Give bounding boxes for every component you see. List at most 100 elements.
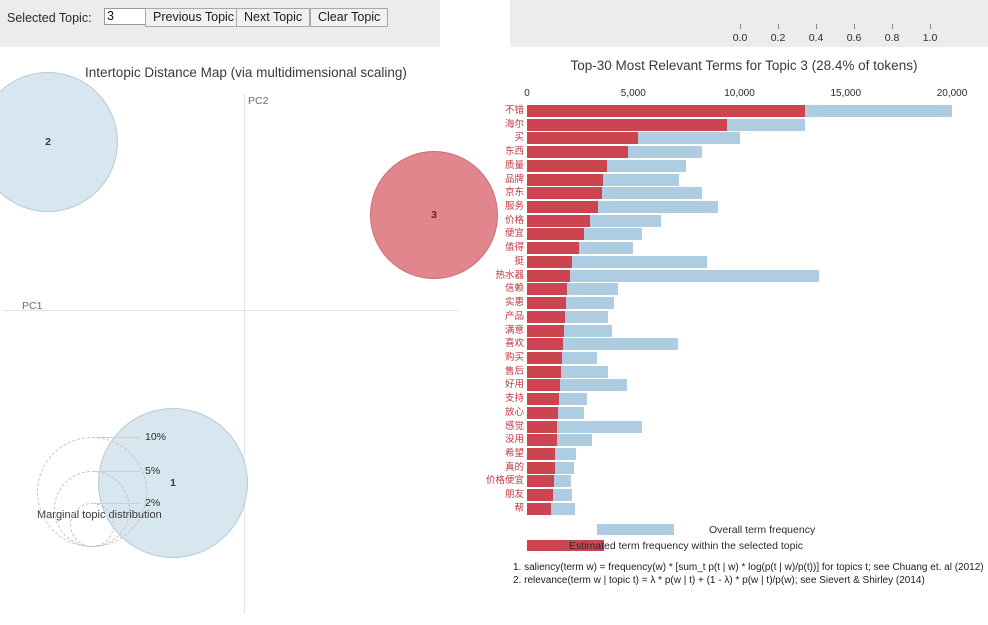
topic-bubble-2[interactable]: 2 xyxy=(0,72,118,212)
barchart-row[interactable] xyxy=(527,502,952,515)
barchart-term-label[interactable]: 便宜 xyxy=(505,228,524,240)
barchart-term-label[interactable]: 购买 xyxy=(505,352,524,364)
bar-topic-frequency xyxy=(527,420,558,433)
barchart-row[interactable] xyxy=(527,132,952,145)
barchart-x-tick-label: 20,000 xyxy=(936,88,968,99)
legend-label-overall: Overall term frequency xyxy=(709,524,816,536)
bar-topic-frequency xyxy=(527,255,572,268)
barchart-row[interactable] xyxy=(527,448,952,460)
bar-topic-frequency xyxy=(527,297,567,310)
barchart-term-label[interactable]: 产品 xyxy=(505,311,524,323)
barchart-term-label[interactable]: 价格便宜 xyxy=(486,475,524,487)
barchart-term-label[interactable]: 挺 xyxy=(514,256,524,268)
barchart-term-label[interactable]: 信赖 xyxy=(505,283,524,295)
barchart-row[interactable] xyxy=(527,228,952,241)
barchart-term-label[interactable]: 支持 xyxy=(505,393,524,405)
barchart-row[interactable] xyxy=(527,393,952,406)
barchart-row[interactable] xyxy=(527,338,952,351)
barchart-row[interactable] xyxy=(527,159,952,172)
barchart-term-label[interactable]: 服务 xyxy=(505,201,524,213)
topic-bubble-label: 1 xyxy=(170,477,176,489)
pc2-axis-label: PC2 xyxy=(248,95,269,107)
bar-topic-frequency xyxy=(527,393,560,406)
clear-topic-button[interactable]: Clear Topic xyxy=(310,8,389,27)
barchart-x-tick-label: 10,000 xyxy=(724,88,755,99)
barchart-term-label[interactable]: 喜欢 xyxy=(505,338,524,350)
topic-bubble-label: 2 xyxy=(45,136,51,148)
barchart-row[interactable] xyxy=(527,475,952,488)
selected-topic-label: Selected Topic: xyxy=(7,11,92,25)
barchart-term-label[interactable]: 不错 xyxy=(505,105,524,117)
barchart-term-label[interactable]: 热水器 xyxy=(495,270,524,282)
slider-tick-label: 0.8 xyxy=(884,32,900,44)
barchart-term-label[interactable]: 希望 xyxy=(505,448,524,460)
bar-topic-frequency xyxy=(527,269,570,282)
barchart-term-label[interactable]: 售后 xyxy=(505,366,524,378)
barchart-row[interactable] xyxy=(527,173,952,186)
barchart-row[interactable] xyxy=(527,187,952,200)
topic-bubble-3[interactable]: 3 xyxy=(370,151,498,279)
barchart-row[interactable] xyxy=(527,269,952,282)
barchart-term-label[interactable]: 价格 xyxy=(505,215,524,227)
bar-topic-frequency xyxy=(527,159,608,172)
bar-topic-frequency xyxy=(527,502,552,515)
barchart-term-label[interactable]: 实惠 xyxy=(505,297,524,309)
slider-tick-mark xyxy=(892,24,893,29)
barchart-term-label[interactable]: 没用 xyxy=(505,434,524,446)
barchart-row[interactable] xyxy=(527,214,952,227)
barchart-row[interactable] xyxy=(527,420,952,433)
slider-tick-label: 0.4 xyxy=(808,32,824,44)
barchart-term-label[interactable]: 好用 xyxy=(505,379,524,391)
barchart-row[interactable] xyxy=(527,297,952,310)
slider-tick-mark xyxy=(930,24,931,29)
barchart-term-label[interactable]: 感觉 xyxy=(505,421,524,433)
bar-topic-frequency xyxy=(527,434,557,447)
bar-topic-frequency xyxy=(527,105,806,117)
barchart-row[interactable] xyxy=(527,242,952,255)
slider-tick-label: 1.0 xyxy=(922,32,938,44)
barchart-x-tick-label: 5,000 xyxy=(620,88,646,99)
barchart-term-label[interactable]: 质量 xyxy=(505,160,524,172)
barchart-row[interactable] xyxy=(527,461,952,474)
barchart-term-label[interactable]: 京东 xyxy=(505,187,524,199)
barchart-row[interactable] xyxy=(527,406,952,419)
bar-topic-frequency xyxy=(527,379,561,392)
barchart-term-label[interactable]: 朋友 xyxy=(505,489,524,501)
barchart-term-label[interactable]: 东西 xyxy=(505,146,524,158)
selected-topic-input[interactable] xyxy=(104,8,148,25)
barchart-row[interactable] xyxy=(527,118,952,131)
bar-topic-frequency xyxy=(527,461,555,474)
barchart-row[interactable] xyxy=(527,351,952,364)
barchart-term-label[interactable]: 值得 xyxy=(505,242,524,254)
bar-topic-frequency xyxy=(527,242,580,255)
barchart-term-label[interactable]: 满意 xyxy=(505,325,524,337)
barchart-term-label[interactable]: 品牌 xyxy=(505,174,524,186)
slider-tick-label: 0.0 xyxy=(732,32,748,44)
footnote-saliency: 1. saliency(term w) = frequency(w) * [su… xyxy=(513,562,984,573)
barchart-row[interactable] xyxy=(527,105,952,117)
bar-topic-frequency xyxy=(527,338,564,351)
barchart-term-label[interactable]: 海尔 xyxy=(505,119,524,131)
barchart-term-label[interactable]: 买 xyxy=(514,132,524,144)
barchart-term-label[interactable]: 帮 xyxy=(514,503,524,515)
footnote-relevance: 2. relevance(term w | topic t) = λ * p(w… xyxy=(513,575,925,586)
barchart-row[interactable] xyxy=(527,255,952,268)
barchart-row[interactable] xyxy=(527,283,952,296)
barchart-term-label[interactable]: 真的 xyxy=(505,462,524,474)
barchart-row[interactable] xyxy=(527,379,952,392)
next-topic-button[interactable]: Next Topic xyxy=(236,8,311,27)
barchart-row[interactable] xyxy=(527,365,952,378)
bar-topic-frequency xyxy=(527,448,556,460)
bar-topic-frequency xyxy=(527,324,565,337)
bar-topic-frequency xyxy=(527,201,599,214)
barchart-row[interactable] xyxy=(527,489,952,502)
barchart-row[interactable] xyxy=(527,310,952,323)
barchart-row[interactable] xyxy=(527,201,952,214)
barchart-row[interactable] xyxy=(527,146,952,159)
barchart-term-label[interactable]: 放心 xyxy=(505,407,524,419)
pc1-axis-line xyxy=(3,310,459,311)
barchart-row[interactable] xyxy=(527,434,952,447)
barchart-row[interactable] xyxy=(527,324,952,337)
slider-tick-label: 0.6 xyxy=(846,32,862,44)
previous-topic-button[interactable]: Previous Topic xyxy=(145,8,243,27)
